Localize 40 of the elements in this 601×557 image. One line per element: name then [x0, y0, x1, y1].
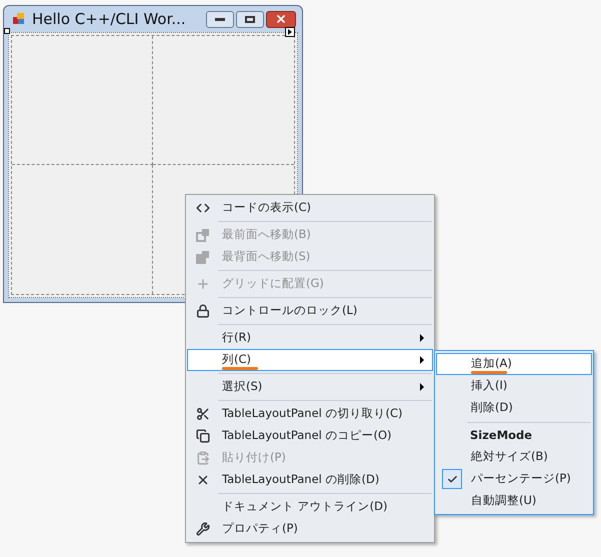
window-title: Hello C++/CLI Wor... — [32, 8, 186, 30]
menu-item[interactable]: TableLayoutPanel の削除(D) — [187, 469, 433, 491]
menu-item[interactable]: 挿入(I) — [436, 375, 592, 397]
clipboard-icon — [196, 451, 210, 465]
menu-item[interactable]: TableLayoutPanel のコピー(O) — [187, 425, 433, 447]
maximize-button[interactable] — [236, 10, 264, 28]
menu-item[interactable]: 絶対サイズ(B) — [436, 446, 592, 468]
code-icon — [196, 201, 210, 215]
wrench-icon — [196, 522, 210, 536]
scissors-icon — [196, 407, 210, 421]
menu-item[interactable]: プロパティ(P) — [187, 518, 433, 540]
menu-item[interactable]: 削除(D) — [436, 397, 592, 419]
grid-icon — [196, 277, 210, 291]
highlight-underline — [471, 371, 507, 374]
copy-icon — [196, 429, 210, 443]
menu-item[interactable]: 列(C) — [187, 349, 433, 371]
menu-item[interactable]: ドキュメント アウトライン(D) — [187, 496, 433, 518]
section-header: SizeMode — [470, 427, 532, 444]
menu-item[interactable]: 行(R) — [187, 327, 433, 349]
smart-tag-glyph[interactable] — [285, 27, 295, 37]
close-button[interactable] — [266, 10, 296, 28]
minimize-button[interactable] — [206, 10, 234, 28]
menu-item[interactable]: TableLayoutPanel の切り取り(C) — [187, 403, 433, 425]
delete-icon — [196, 473, 210, 487]
highlight-underline — [222, 367, 258, 370]
close-icon — [275, 13, 287, 25]
selection-handle[interactable] — [4, 28, 10, 34]
layers-icon — [196, 228, 210, 242]
submenu-arrow-icon — [420, 383, 424, 391]
submenu-arrow-icon — [420, 356, 424, 364]
menu-item[interactable]: パーセンテージ(P) — [436, 468, 592, 490]
lock-icon — [196, 304, 210, 318]
layers-icon — [196, 250, 210, 264]
menu-item[interactable]: 選択(S) — [187, 376, 433, 398]
app-icon — [12, 12, 26, 26]
menu-item[interactable]: 追加(A) — [436, 353, 592, 375]
submenu-arrow-icon — [420, 334, 424, 342]
menu-item[interactable]: コントロールのロック(L) — [187, 300, 433, 322]
menu-item[interactable]: 自動調整(U) — [436, 490, 592, 512]
menu-item[interactable]: コードの表示(C) — [187, 197, 433, 219]
